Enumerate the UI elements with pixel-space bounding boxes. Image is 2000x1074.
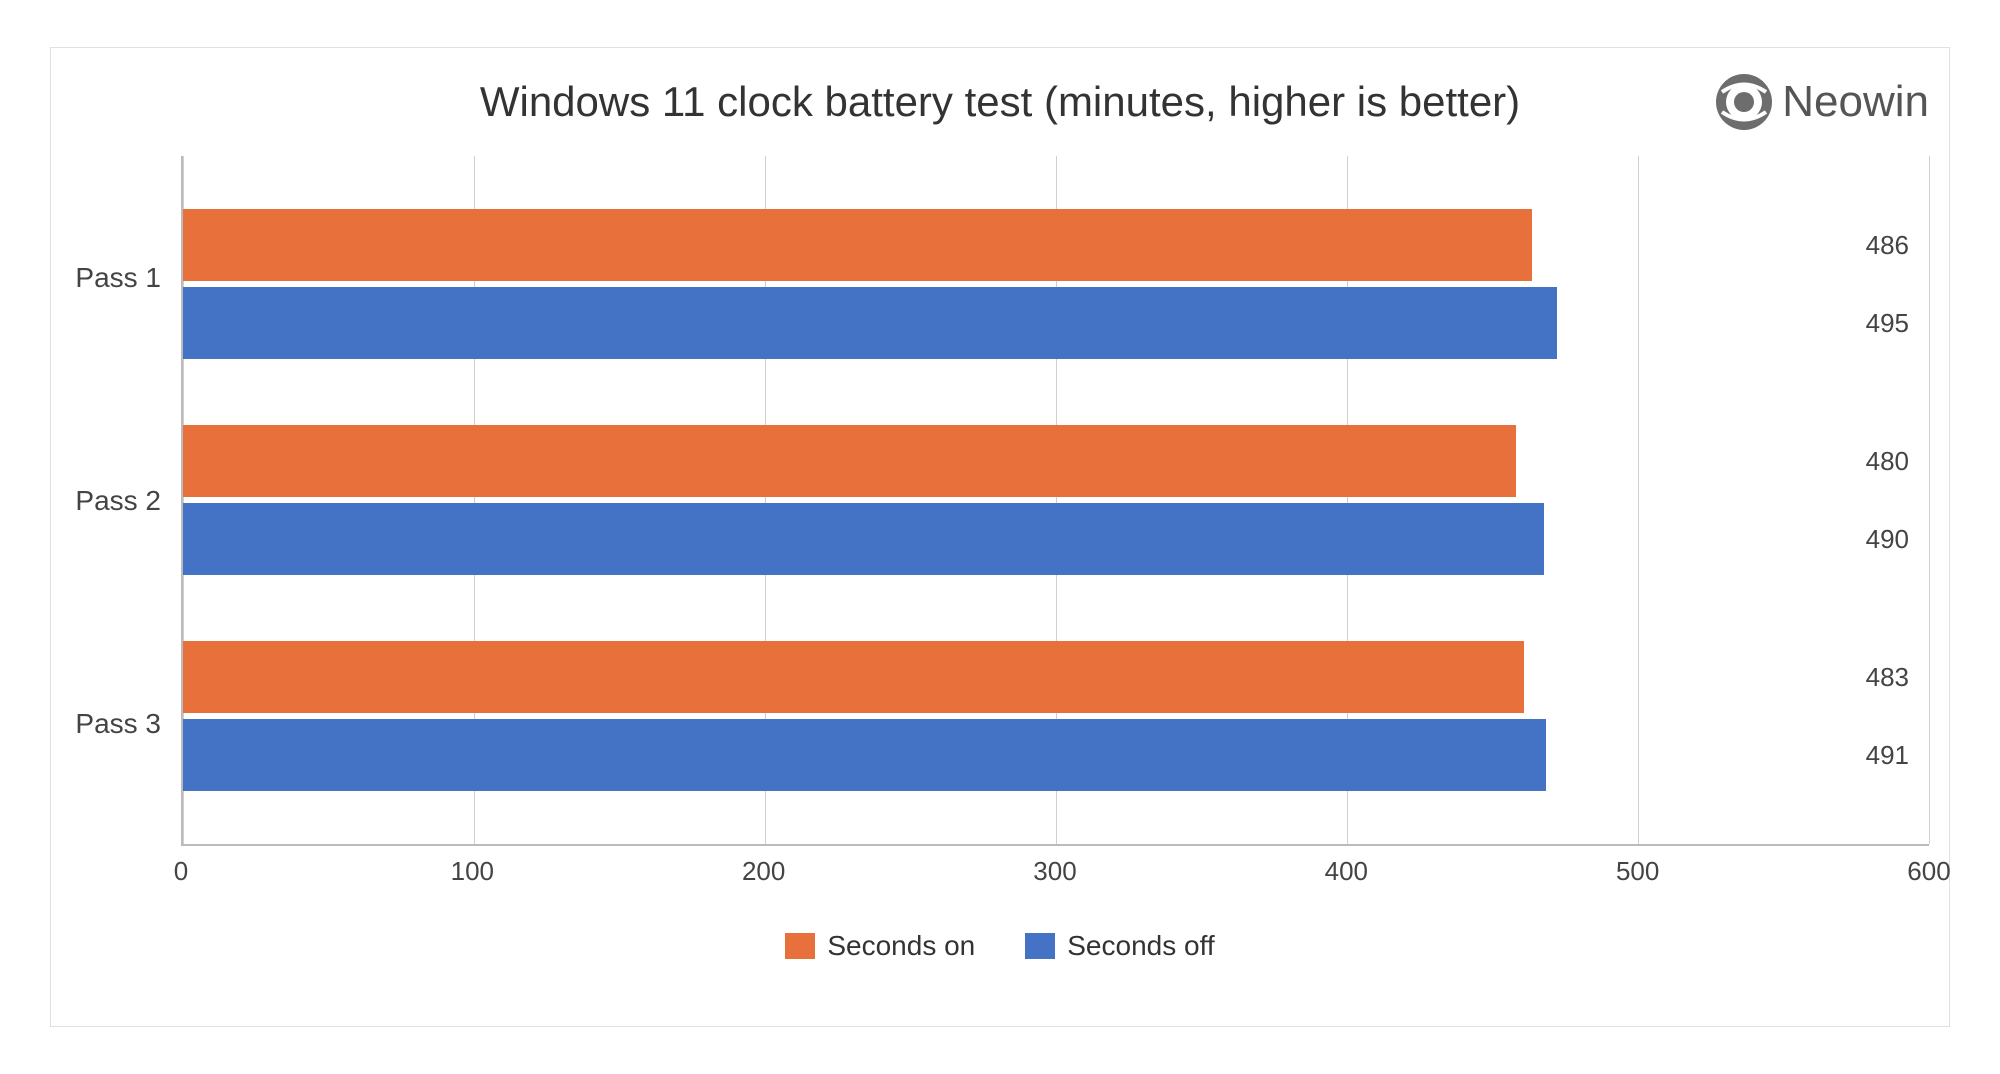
bars-container: 486 495 480 <box>183 156 1929 844</box>
x-label-200: 200 <box>742 856 785 887</box>
chart-title-area: Windows 11 clock battery test (minutes, … <box>71 78 1929 126</box>
chart-title: Windows 11 clock battery test (minutes, … <box>480 78 1520 126</box>
legend-color-seconds-off <box>1025 933 1055 959</box>
bar-group-pass3: 483 491 <box>183 641 1849 791</box>
bar-label-pass3-on: 483 <box>1866 662 1909 693</box>
bar-label-pass1-off: 495 <box>1866 308 1909 339</box>
x-label-0: 0 <box>174 856 188 887</box>
bar-row-pass3-off: 491 <box>183 719 1849 791</box>
bar-row-pass2-off: 490 <box>183 503 1849 575</box>
bar-pass1-seconds-off <box>183 287 1557 359</box>
x-label-300: 300 <box>1033 856 1076 887</box>
x-label-600: 600 <box>1907 856 1950 887</box>
bar-pass3-seconds-off <box>183 719 1546 791</box>
bar-group-pass2: 480 490 <box>183 425 1849 575</box>
chart-area: 486 495 480 <box>181 156 1929 896</box>
legend-color-seconds-on <box>785 933 815 959</box>
chart-body: Pass 1 Pass 2 Pass 3 <box>71 156 1929 896</box>
x-label-500: 500 <box>1616 856 1659 887</box>
bar-pass2-seconds-off <box>183 503 1544 575</box>
bar-pass3-seconds-on <box>183 641 1524 713</box>
legend-item-seconds-off: Seconds off <box>1025 930 1214 962</box>
neowin-text: Neowin <box>1782 77 1929 127</box>
bar-label-pass1-on: 486 <box>1866 230 1909 261</box>
bar-row-pass1-off: 495 <box>183 287 1849 359</box>
x-axis-labels: 0 100 200 300 400 500 600 <box>181 846 1929 896</box>
bar-label-pass3-off: 491 <box>1866 740 1909 771</box>
y-axis-labels: Pass 1 Pass 2 Pass 3 <box>71 156 181 896</box>
bar-label-pass2-off: 490 <box>1866 524 1909 555</box>
bar-pass2-seconds-on <box>183 425 1516 497</box>
neowin-icon <box>1714 72 1774 132</box>
grid-line-600 <box>1929 156 1930 844</box>
grid-and-bars: 486 495 480 <box>181 156 1929 846</box>
y-label-pass2: Pass 2 <box>75 485 161 517</box>
bar-group-pass1: 486 495 <box>183 209 1849 359</box>
y-label-pass3: Pass 3 <box>75 708 161 740</box>
legend-label-seconds-off: Seconds off <box>1067 930 1214 962</box>
x-label-100: 100 <box>451 856 494 887</box>
chart-container: Windows 11 clock battery test (minutes, … <box>50 47 1950 1027</box>
legend-label-seconds-on: Seconds on <box>827 930 975 962</box>
legend-item-seconds-on: Seconds on <box>785 930 975 962</box>
bar-row-pass3-on: 483 <box>183 641 1849 713</box>
bar-row-pass1-on: 486 <box>183 209 1849 281</box>
bar-row-pass2-on: 480 <box>183 425 1849 497</box>
legend: Seconds on Seconds off <box>71 916 1929 976</box>
y-label-pass1: Pass 1 <box>75 262 161 294</box>
bar-label-pass2-on: 480 <box>1866 446 1909 477</box>
x-label-400: 400 <box>1325 856 1368 887</box>
neowin-logo: Neowin <box>1714 72 1929 132</box>
bar-pass1-seconds-on <box>183 209 1532 281</box>
